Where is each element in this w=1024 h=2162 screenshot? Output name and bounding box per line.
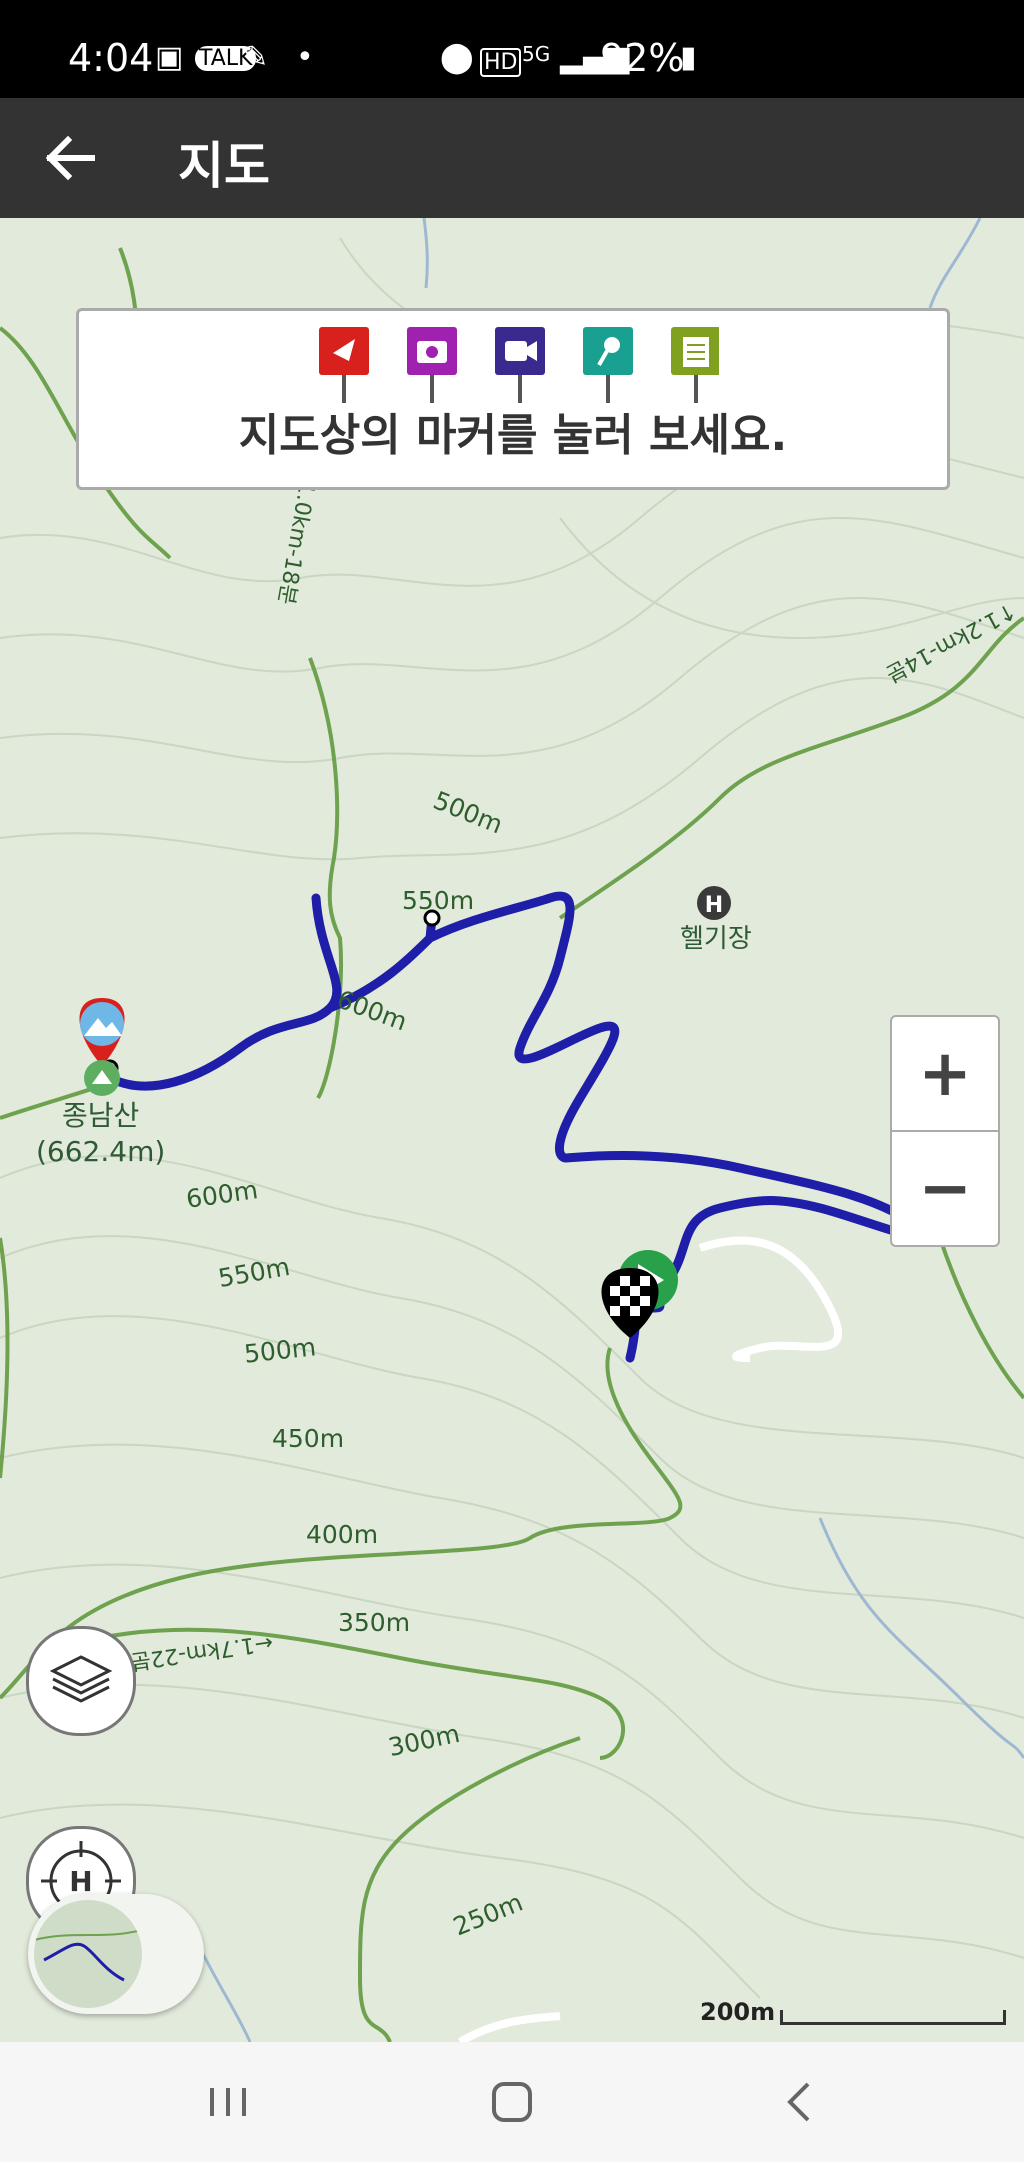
hd-icon: HD	[480, 48, 522, 77]
peak-elevation: (662.4m)	[36, 1135, 166, 1168]
peak-name: 종남산	[62, 1099, 140, 1132]
battery-charging-icon: ▮	[680, 40, 697, 75]
zoom-controls: + −	[890, 1015, 1000, 1247]
zoom-in-button[interactable]: +	[892, 1017, 998, 1130]
helipad-label: 헬기장	[680, 924, 752, 954]
page-title: 지도	[178, 137, 270, 195]
dot-icon: •	[296, 40, 314, 75]
overview-map-toggle[interactable]	[28, 1894, 204, 2014]
overview-minimap	[34, 1900, 142, 2008]
feather-icon: ✎	[243, 40, 269, 75]
system-nav-bar	[0, 2042, 1024, 2162]
back-icon[interactable]	[770, 2072, 830, 2132]
finish-flag-marker[interactable]	[601, 1268, 659, 1338]
note-marker-icon	[671, 327, 719, 403]
contour-label: 400m	[306, 1520, 379, 1549]
flag-marker-icon	[319, 327, 369, 403]
home-icon[interactable]	[482, 2072, 542, 2132]
contour-label: 550m	[402, 886, 475, 915]
layers-button[interactable]	[26, 1626, 136, 1736]
status-bar: 4:04 ▣ TALK ✎ • ⬤ HD 5G ▂▄▆ 92% ▮	[0, 0, 1024, 98]
recent-apps-icon[interactable]	[198, 2072, 258, 2132]
arrow-left-icon[interactable]	[40, 132, 100, 184]
marker-types-legend	[319, 327, 719, 403]
scale-label: 200m	[700, 1998, 776, 2026]
location-icon: ⬤	[440, 40, 474, 75]
helipad-symbol: H	[705, 893, 723, 918]
5g-icon: 5G	[522, 42, 551, 66]
status-time: 4:04	[68, 36, 154, 80]
map-view[interactable]: H 500m 550m 600m 600m 550m 500m 450m 400…	[0, 218, 1024, 2042]
peak-label: 종남산 (662.4m)	[36, 1098, 165, 1170]
contour-label: 450m	[272, 1424, 345, 1453]
camera-marker-icon	[407, 327, 457, 403]
microphone-marker-icon	[583, 327, 633, 403]
marker-hint-text: 지도상의 마커를 눌러 보세요.	[238, 410, 788, 461]
marker-hint-box: 지도상의 마커를 눌러 보세요.	[76, 308, 950, 490]
layers-icon	[49, 1655, 113, 1703]
zoom-out-button[interactable]: −	[892, 1132, 998, 1245]
peak-photo-marker[interactable]	[79, 998, 125, 1066]
gallery-icon: ▣	[155, 40, 184, 75]
app-bar: 지도	[0, 98, 1024, 218]
contour-label: 350m	[338, 1608, 411, 1637]
video-marker-icon	[495, 327, 545, 403]
battery-level: 92%	[600, 36, 685, 80]
scale-line	[780, 2010, 1006, 2025]
